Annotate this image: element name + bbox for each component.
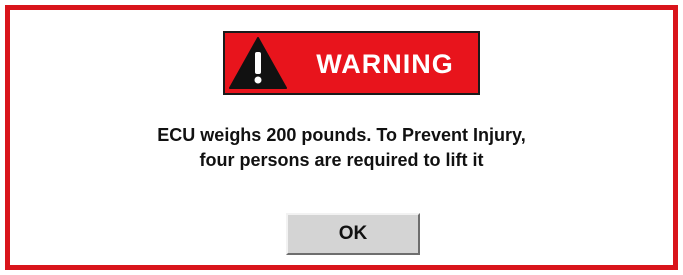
- warning-dialog: WARNING ECU weighs 200 pounds. To Preven…: [5, 5, 678, 270]
- ok-button[interactable]: OK: [286, 213, 420, 255]
- message-line-2: four persons are required to lift it: [199, 150, 484, 170]
- warning-exclamation-icon: [229, 37, 287, 89]
- message-line-1: ECU weighs 200 pounds. To Prevent Injury…: [157, 125, 526, 145]
- warning-banner: WARNING: [223, 31, 480, 95]
- warning-title: WARNING: [316, 49, 454, 79]
- warning-message: ECU weighs 200 pounds. To Prevent Injury…: [10, 123, 673, 173]
